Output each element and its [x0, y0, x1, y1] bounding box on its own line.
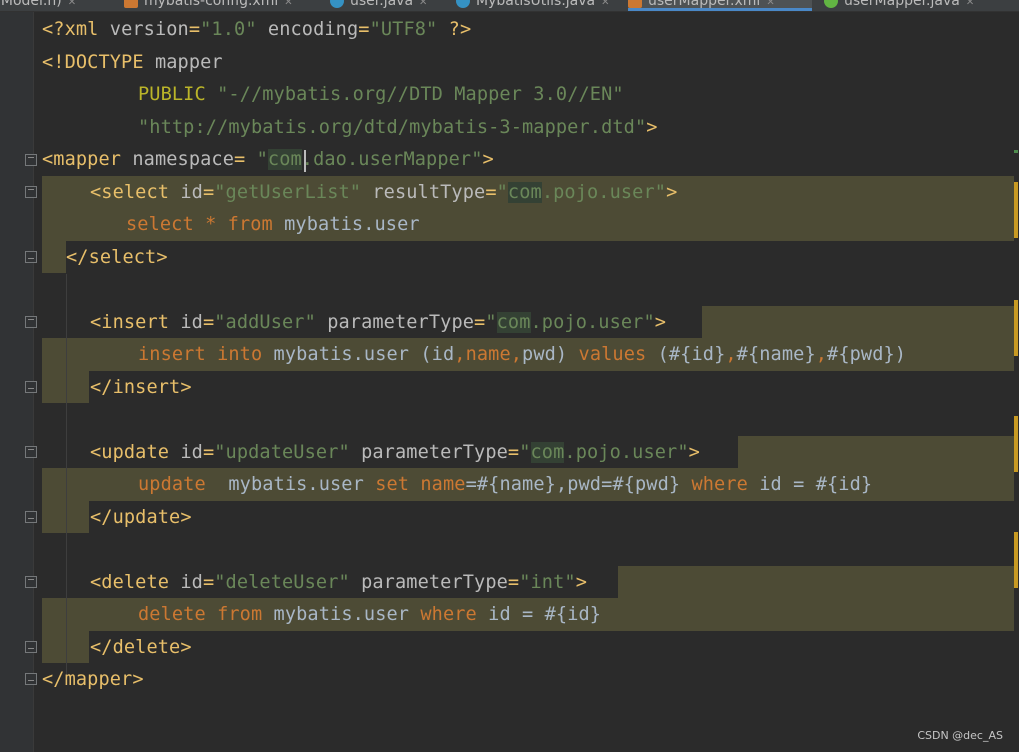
- highlight-select-close: [42, 241, 66, 273]
- change-marker: [1014, 150, 1018, 153]
- text-caret: [304, 150, 306, 172]
- indent-guide: [66, 274, 67, 674]
- close-icon[interactable]: ✕: [419, 0, 427, 8]
- fold-collapse-icon[interactable]: [25, 186, 37, 198]
- java-interface-icon: [824, 0, 838, 8]
- code-line-5: <mapper namespace= "com.dao.userMapper">: [42, 149, 494, 170]
- watermark: CSDN @dec_AS: [917, 729, 1003, 742]
- code-line-13: update mybatis.user set name=#{name},pwd…: [138, 474, 873, 495]
- fold-end-icon[interactable]: [25, 511, 37, 523]
- fold-end-icon[interactable]: [25, 381, 37, 393]
- highlight-insert-open: [702, 306, 1014, 338]
- tab-user-java[interactable]: user.java ✕: [330, 0, 427, 11]
- code-line-9: <insert id="addUser" parameterType="com.…: [90, 312, 667, 333]
- change-marker: [1014, 416, 1018, 472]
- java-class-icon: [330, 0, 344, 8]
- fold-collapse-icon[interactable]: [25, 446, 37, 458]
- change-marker: [1014, 300, 1018, 356]
- close-icon[interactable]: ✕: [68, 0, 76, 8]
- close-icon[interactable]: ✕: [766, 0, 774, 8]
- code-line-8: </select>: [66, 247, 168, 268]
- code-line-11: </insert>: [90, 377, 192, 398]
- tab-label: mybatis-config.xml: [144, 0, 279, 9]
- code-line-2: <!DOCTYPE mapper: [42, 52, 223, 73]
- code-line-7: select * from mybatis.user: [126, 214, 420, 235]
- close-icon[interactable]: ✕: [966, 0, 974, 8]
- change-marker: [1014, 182, 1018, 238]
- tab-label: MybatisUtils.java: [476, 0, 596, 9]
- fold-end-icon[interactable]: [25, 673, 37, 685]
- highlight-update-open: [738, 436, 1014, 468]
- fold-collapse-icon[interactable]: [25, 154, 37, 166]
- code-line-6: <select id="getUserList" resultType="com…: [90, 182, 678, 203]
- tab-label: nModel.h): [0, 0, 62, 9]
- xml-file-icon: [124, 0, 138, 8]
- tab-user-mapper-java[interactable]: userMapper.java ✕: [824, 0, 974, 11]
- code-line-16: delete from mybatis.user where id = #{id…: [138, 604, 602, 625]
- active-tab-indicator: [628, 8, 812, 11]
- code-line-4: "http://mybatis.org/dtd/mybatis-3-mapper…: [138, 117, 658, 138]
- tab-mybatis-config[interactable]: mybatis-config.xml ✕: [124, 0, 293, 11]
- editor-tab-bar: nModel.h) ✕ mybatis-config.xml ✕ user.java…: [0, 0, 1019, 12]
- tab-label: userMapper.java: [844, 0, 960, 9]
- code-line-17: </delete>: [90, 637, 192, 658]
- tab-user-mapper-xml[interactable]: userMapper.xml ✕: [628, 0, 812, 11]
- code-line-10: insert into mybatis.user (id,name,pwd) v…: [138, 344, 907, 365]
- code-line-12: <update id="updateUser" parameterType="c…: [90, 442, 700, 463]
- fold-collapse-icon[interactable]: [25, 576, 37, 588]
- java-class-icon: [456, 0, 470, 8]
- change-marker: [1014, 532, 1018, 588]
- fold-end-icon[interactable]: [25, 641, 37, 653]
- code-line-14: </update>: [90, 507, 192, 528]
- fold-collapse-icon[interactable]: [25, 316, 37, 328]
- tab-mybatis-utils[interactable]: MybatisUtils.java ✕: [456, 0, 610, 11]
- highlight-delete-open: [618, 566, 1014, 598]
- close-icon[interactable]: ✕: [284, 0, 292, 8]
- code-line-3: PUBLIC "-//mybatis.org//DTD Mapper 3.0//…: [138, 84, 624, 105]
- tab-label: user.java: [350, 0, 414, 9]
- code-line-1: <?xml version="1.0" encoding="UTF8" ?>: [42, 19, 472, 40]
- code-line-18: </mapper>: [42, 669, 144, 690]
- close-icon[interactable]: ✕: [601, 0, 609, 8]
- code-line-15: <delete id="deleteUser" parameterType="i…: [90, 572, 587, 593]
- fold-end-icon[interactable]: [25, 251, 37, 263]
- tab-model-h[interactable]: nModel.h) ✕: [0, 0, 76, 11]
- xml-file-icon: [628, 0, 642, 8]
